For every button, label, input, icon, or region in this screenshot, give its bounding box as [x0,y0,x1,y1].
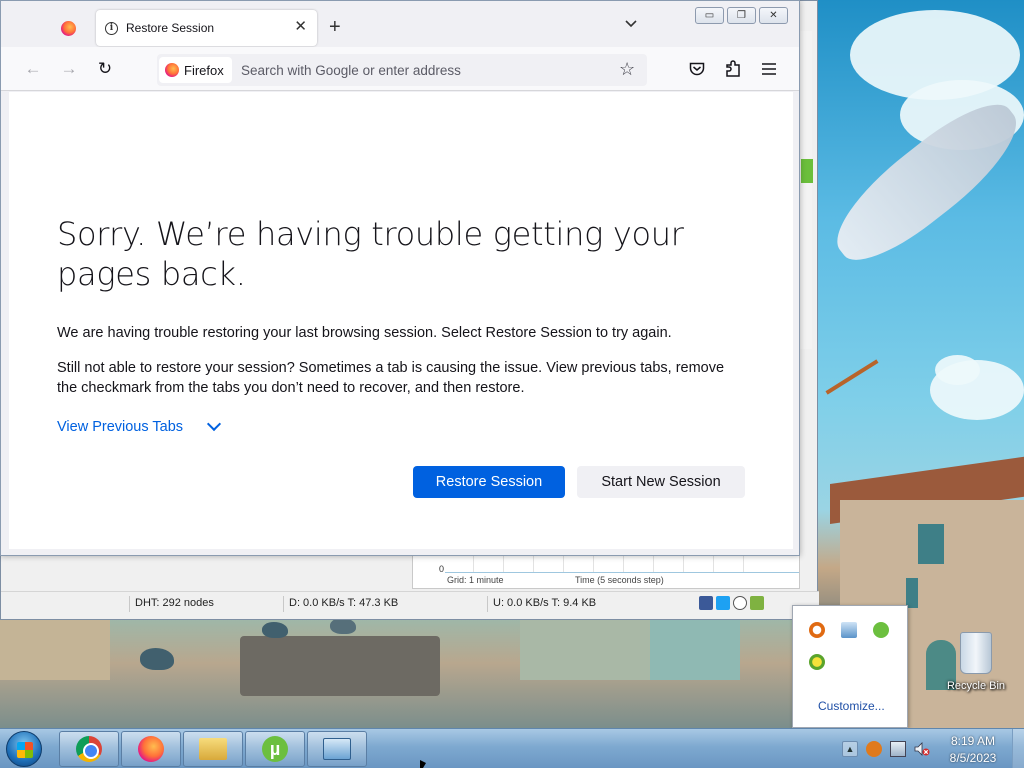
view-previous-tabs-link[interactable]: View Previous Tabs [57,416,222,435]
mouse-cursor [420,760,426,768]
back-arrow-icon[interactable]: ← [21,57,45,81]
taskbar-remote-desktop[interactable] [307,731,367,767]
pinned-tab-firefox[interactable] [53,15,83,41]
tab-title: Restore Session [126,21,215,35]
tab-bar: i Restore Session ✕ + ▭ ❐ ✕ [1,1,799,47]
pocket-icon[interactable] [689,62,705,76]
bookmark-star-icon[interactable]: ☆ [619,59,635,80]
network-tray-icon[interactable] [841,622,857,638]
search-tray-icon[interactable] [809,622,825,638]
identity-box[interactable]: Firefox [159,57,232,83]
status-download: D: 0.0 KB/s T: 47.3 KB [289,597,399,609]
bird [262,622,288,638]
customize-link[interactable]: Customize... [818,699,885,713]
chrome-icon [76,736,102,762]
reload-icon[interactable]: ↻ [93,57,117,81]
info-icon: i [105,21,118,35]
folder-icon [199,738,227,760]
identity-label: Firefox [184,62,224,78]
tab-close-icon[interactable]: ✕ [294,19,307,35]
volume-muted-icon[interactable] [914,741,930,757]
utorrent-status-bar: DHT: 292 nodes D: 0.0 KB/s T: 47.3 KB U:… [1,591,819,615]
cloud [935,355,980,385]
update-tray-icon[interactable] [809,654,825,670]
recycle-bin-icon [960,632,992,674]
taskbar-chrome[interactable] [59,731,119,767]
extensions-puzzle-icon[interactable] [725,60,741,78]
tab-restore-session[interactable]: i Restore Session ✕ [96,10,317,46]
utorrent-progress-segment [801,159,813,183]
firefox-logo-icon [165,63,179,77]
graph-time-label: Time (5 seconds step) [575,575,664,585]
graph-baseline [445,572,799,573]
clock-date: 8/5/2023 [949,751,997,765]
android-icon[interactable] [750,596,764,610]
address-bar[interactable]: Firefox ☆ [157,54,647,86]
graph-zero-label: 0 [439,564,445,574]
list-all-tabs-chevron-down-icon[interactable] [625,20,637,28]
start-new-session-button[interactable]: Start New Session [577,466,745,498]
status-dht: DHT: 292 nodes [135,597,214,609]
utorrent-tray-icon[interactable] [873,622,889,638]
house-window [906,578,918,608]
close-window-button[interactable]: ✕ [759,7,788,24]
error-description: We are having trouble restoring your las… [57,325,672,341]
taskbar: µ ▲ 8:19 AM 8/5/2023 [0,728,1024,768]
status-upload: U: 0.0 KB/s T: 9.4 KB [493,597,597,609]
speed-graph: 0 Grid: 1 minute Time (5 seconds step) [412,553,800,589]
window-controls: ▭ ❐ ✕ [695,7,788,24]
navigation-toolbar: ← → ↻ Firefox ☆ [1,47,799,91]
show-desktop-button[interactable] [1012,729,1024,768]
firefox-logo-icon [60,20,76,36]
remote-desktop-icon [323,738,351,760]
error-help-text: Still not able to restore your session? … [57,360,725,396]
twitter-icon[interactable] [716,596,730,610]
start-button[interactable] [6,731,42,767]
view-previous-tabs-label: View Previous Tabs [57,419,184,435]
house-window [918,524,944,564]
restore-button[interactable]: ❐ [727,7,756,24]
recycle-bin[interactable]: Recycle Bin [944,632,1008,692]
globe-icon[interactable] [733,596,747,610]
stone-block [240,636,440,696]
graph-grid-label: Grid: 1 minute [447,575,504,585]
forward-arrow-icon[interactable]: → [57,57,81,81]
page-content: Sorry. We’re having trouble getting your… [9,92,793,549]
bird [140,648,174,670]
url-input[interactable] [241,54,611,86]
utorrent-icon: µ [262,736,288,762]
firefox-window[interactable]: i Restore Session ✕ + ▭ ❐ ✕ ← → ↻ Firefo… [0,0,800,556]
tray-overflow-popup: Customize... [792,605,908,728]
error-title: Sorry. We’re having trouble getting your… [57,215,684,293]
feather-quill [825,359,879,395]
utorrent-scrollbar[interactable] [798,31,812,349]
building [650,620,740,680]
facebook-icon[interactable] [699,596,713,610]
building [520,620,650,680]
system-clock[interactable]: 8:19 AM 8/5/2023 [942,733,1004,767]
chevron-down-icon [206,416,222,432]
building [0,620,110,680]
taskbar-explorer[interactable] [183,731,243,767]
taskbar-utorrent[interactable]: µ [245,731,305,767]
clock-time: 8:19 AM [950,734,996,748]
firefox-icon [138,736,164,762]
bird [330,618,356,634]
restore-session-button[interactable]: Restore Session [413,466,565,498]
share-icons [699,596,764,610]
windows-logo-icon [17,742,33,758]
show-hidden-icons-button[interactable]: ▲ [842,741,858,757]
new-tab-plus-icon[interactable]: + [329,16,341,38]
taskbar-firefox[interactable] [121,731,181,767]
action-center-icon[interactable] [866,741,882,757]
menu-hamburger-icon[interactable] [762,63,776,75]
network-icon[interactable] [890,741,906,757]
recycle-bin-label: Recycle Bin [946,680,1006,692]
minimize-button[interactable]: ▭ [695,7,724,24]
